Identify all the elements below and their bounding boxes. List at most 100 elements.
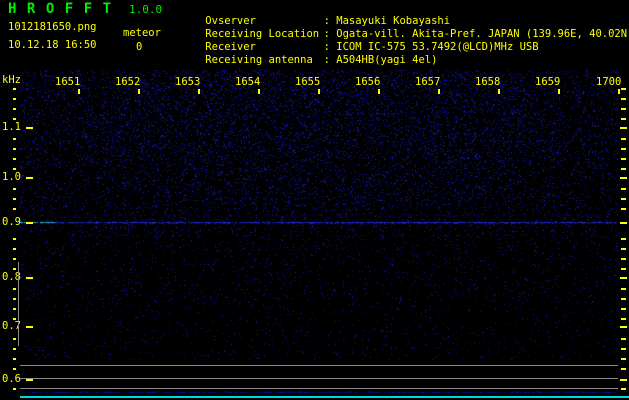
y-axis-minor-tick-right — [621, 188, 626, 190]
y-axis-minor-tick-right — [621, 108, 626, 110]
y-axis-major-tick-left — [26, 326, 33, 328]
y-axis-minor-tick-left — [13, 238, 16, 240]
x-tick-label: 1651 — [55, 76, 81, 88]
y-axis-minor-tick-right — [621, 298, 626, 300]
y-axis-minor-tick-right — [621, 268, 626, 270]
y-axis-minor-tick-left — [13, 88, 16, 90]
y-axis-minor-tick-left — [13, 298, 16, 300]
y-axis-major-tick-left — [26, 379, 33, 381]
y-axis-minor-tick-right — [621, 318, 626, 320]
mode-label: meteor — [123, 27, 161, 39]
x-tick-label: 1654 — [235, 76, 261, 88]
y-axis-minor-tick-right — [621, 358, 626, 360]
y-axis-minor-tick-right — [621, 158, 626, 160]
y-axis-minor-tick-left — [13, 98, 16, 100]
x-axis-tick — [78, 89, 80, 94]
y-axis-minor-tick-left — [13, 208, 16, 210]
y-axis-minor-tick-right — [621, 198, 626, 200]
x-tick-label: 1656 — [355, 76, 381, 88]
y-axis-minor-tick-right — [621, 388, 626, 390]
info-label: Receiving antenna — [205, 54, 313, 66]
x-axis-tick — [498, 89, 500, 94]
y-axis-minor-tick-left — [13, 168, 16, 170]
output-filename: 1012181650.png — [8, 21, 97, 33]
y-axis-minor-tick-left — [13, 248, 16, 250]
hrofft-output-screen: HROFFT 1.0.0 1012181650.png meteor 10.12… — [0, 0, 629, 400]
y-axis-minor-tick-left — [13, 348, 16, 350]
y-axis-minor-tick-left — [13, 258, 16, 260]
y-axis-minor-tick-right — [621, 248, 626, 250]
y-tick-label: 0.6 — [2, 373, 21, 385]
spectrogram-canvas — [20, 70, 618, 400]
reference-line-upper — [20, 365, 618, 366]
y-axis-minor-tick-right — [621, 258, 626, 260]
y-axis-major-tick-right — [620, 277, 627, 279]
datetime-label: 10.12.18 16:50 — [8, 39, 97, 51]
app-version: 1.0.0 — [129, 3, 163, 16]
y-axis-minor-tick-left — [13, 188, 16, 190]
x-axis-tick — [258, 89, 260, 94]
y-axis-minor-tick-right — [621, 168, 626, 170]
x-axis-tick — [618, 89, 620, 94]
y-tick-label: 1.1 — [2, 121, 21, 133]
y-tick-label: 0.9 — [2, 216, 21, 228]
y-axis-minor-tick-right — [621, 98, 626, 100]
y-axis-minor-tick-right — [621, 88, 626, 90]
y-axis-minor-tick-right — [621, 308, 626, 310]
y-axis-minor-tick-left — [13, 388, 16, 390]
y-axis-minor-tick-right — [621, 238, 626, 240]
left-scale-line — [18, 262, 19, 346]
y-axis-minor-tick-left — [13, 198, 16, 200]
y-axis-minor-tick-right — [621, 118, 626, 120]
y-axis-minor-tick-left — [13, 268, 16, 270]
y-axis-minor-tick-left — [13, 318, 16, 320]
info-value: A504HB(yagi 4el) — [336, 54, 438, 66]
y-axis-major-tick-left — [26, 177, 33, 179]
y-axis-minor-tick-right — [621, 148, 626, 150]
reference-line-mid — [20, 378, 618, 379]
y-axis-minor-tick-right — [621, 348, 626, 350]
reference-line-lower — [20, 388, 618, 389]
y-axis-major-tick-left — [26, 277, 33, 279]
y-axis-minor-tick-left — [13, 108, 16, 110]
x-tick-label: 1657 — [415, 76, 441, 88]
x-axis-tick — [318, 89, 320, 94]
y-axis-unit: kHz — [2, 74, 21, 86]
x-axis-tick — [378, 89, 380, 94]
y-axis-major-tick-right — [620, 127, 627, 129]
y-tick-label: 1.0 — [2, 171, 21, 183]
x-tick-label: 1653 — [175, 76, 201, 88]
x-tick-label: 1700 — [596, 76, 622, 88]
info-separator: : — [317, 54, 337, 66]
y-axis-minor-tick-left — [13, 368, 16, 370]
x-tick-label: 1655 — [295, 76, 321, 88]
y-axis-major-tick-right — [620, 222, 627, 224]
y-axis-major-tick-right — [620, 379, 627, 381]
y-axis-minor-tick-left — [13, 288, 16, 290]
app-title: HROFFT — [8, 1, 122, 17]
y-axis-major-tick-left — [26, 222, 33, 224]
y-axis-major-tick-left — [26, 127, 33, 129]
signal-baseline — [20, 396, 629, 398]
y-axis-major-tick-right — [620, 177, 627, 179]
x-axis-tick — [438, 89, 440, 94]
x-tick-label: 1652 — [115, 76, 141, 88]
x-axis-tick — [558, 89, 560, 94]
y-axis-minor-tick-right — [621, 338, 626, 340]
y-axis-major-tick-right — [620, 326, 627, 328]
y-axis-minor-tick-left — [13, 138, 16, 140]
y-axis-minor-tick-left — [13, 158, 16, 160]
x-axis-tick — [198, 89, 200, 94]
x-tick-label: 1658 — [475, 76, 501, 88]
x-tick-label: 1659 — [535, 76, 561, 88]
y-axis-minor-tick-left — [13, 358, 16, 360]
y-axis-minor-tick-left — [13, 118, 16, 120]
y-axis-minor-tick-right — [621, 138, 626, 140]
y-axis-minor-tick-right — [621, 208, 626, 210]
y-axis-minor-tick-right — [621, 368, 626, 370]
y-axis-minor-tick-left — [13, 148, 16, 150]
x-axis-tick — [138, 89, 140, 94]
y-axis-minor-tick-left — [13, 308, 16, 310]
y-axis-minor-tick-right — [621, 288, 626, 290]
y-axis-minor-tick-left — [13, 338, 16, 340]
